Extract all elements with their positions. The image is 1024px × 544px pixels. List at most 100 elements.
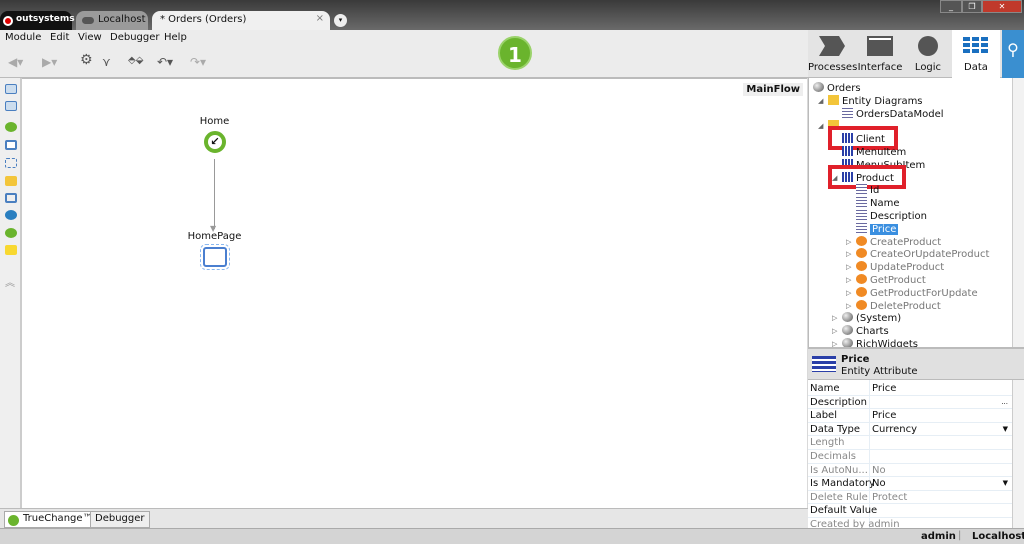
tree-item[interactable]: (System)	[842, 312, 901, 325]
expand-arrow-icon[interactable]: ▷	[846, 289, 851, 297]
tab-debugger[interactable]: Debugger	[90, 511, 150, 528]
attribute-icon	[856, 197, 867, 208]
expand-arrow-icon[interactable]: ▷	[846, 276, 851, 284]
property-row[interactable]: Decimals	[808, 450, 1012, 464]
entry-tool-icon[interactable]	[5, 122, 17, 132]
dropdown-arrow-icon[interactable]: ▼	[1003, 477, 1008, 490]
block-tool-icon[interactable]	[5, 158, 17, 168]
tree-item[interactable]: UpdateProduct	[856, 261, 944, 274]
menu-view[interactable]: View	[78, 32, 102, 43]
tree-item[interactable]: GetProductForUpdate	[856, 286, 978, 300]
tree-item[interactable]: RichWidgets	[842, 338, 918, 347]
property-row[interactable]: Label Price	[808, 409, 1012, 423]
menu-debugger[interactable]: Debugger	[110, 32, 160, 43]
tab-menu-button[interactable]: ▾	[334, 14, 347, 27]
property-row[interactable]: Is AutoNu... No	[808, 464, 1012, 478]
tree-item[interactable]: GetProduct	[856, 274, 926, 287]
list-tool-icon[interactable]	[5, 101, 17, 111]
property-row[interactable]: Created by admin	[808, 518, 1012, 528]
expand-arrow-icon[interactable]: ▷	[846, 263, 851, 271]
home-entry-node[interactable]: ↙	[204, 131, 226, 153]
minimize-button[interactable]: _	[940, 0, 962, 13]
nav-label: Data	[964, 62, 988, 73]
property-row[interactable]: Data Type Currency ▼	[808, 423, 1012, 437]
merge-icon[interactable]: ⋎	[102, 55, 111, 69]
tree-item-label: UpdateProduct	[870, 262, 945, 274]
tab-truechange[interactable]: TrueChange™	[4, 511, 98, 528]
properties-scrollbar[interactable]	[1012, 380, 1024, 528]
property-value[interactable]: Currency	[872, 423, 917, 436]
nav-processes[interactable]: Processes	[808, 30, 857, 78]
tree-item[interactable]: Entity Diagrams	[828, 94, 923, 108]
exception-tool-icon[interactable]	[5, 228, 17, 238]
status-separator: |	[958, 530, 962, 541]
expand-arrow-icon[interactable]: ▷	[846, 302, 851, 310]
note-tool-icon[interactable]	[5, 245, 17, 255]
tree-item[interactable]: Orders	[813, 82, 861, 95]
tree-item[interactable]: Charts	[842, 325, 889, 338]
more-button[interactable]: ...	[1001, 396, 1008, 409]
redo-icon[interactable]: ↷▾	[190, 55, 206, 69]
collapse-arrow-icon[interactable]: ◢	[818, 97, 823, 105]
property-value[interactable]: No	[872, 477, 886, 490]
flow-canvas[interactable]: MainFlow Home ↙ ▼ HomePage	[22, 78, 807, 508]
menu-help[interactable]: Help	[164, 32, 187, 43]
tab-orders[interactable]: * Orders (Orders) ×	[152, 11, 330, 30]
search-button[interactable]: ⚲	[1002, 30, 1024, 78]
nav-interface[interactable]: Interface	[856, 30, 904, 78]
close-window-button[interactable]: ✕	[982, 0, 1022, 13]
nav-logic[interactable]: Logic	[904, 30, 952, 78]
forward-icon[interactable]: ▶▾	[42, 55, 57, 69]
tree-item[interactable]: OrdersDataModel	[842, 107, 944, 121]
collapse-arrow-icon[interactable]: ◢	[818, 122, 823, 130]
external-site-tool-icon[interactable]	[5, 193, 17, 203]
web-icon[interactable]	[5, 210, 17, 220]
tree-item[interactable]: CreateOrUpdateProduct	[856, 248, 989, 261]
property-row[interactable]: Default Value	[808, 504, 1012, 518]
collapse-icon[interactable]: ︽	[5, 274, 15, 289]
menu-edit[interactable]: Edit	[50, 32, 69, 43]
property-value[interactable]: Price	[872, 409, 896, 422]
nav-data[interactable]: Data	[952, 30, 1000, 78]
tree-item[interactable]: Description	[856, 210, 927, 223]
tree-item[interactable]: Name	[856, 197, 900, 210]
property-row[interactable]: Length	[808, 436, 1012, 450]
menu-module[interactable]: Module	[5, 32, 41, 43]
property-row[interactable]: Description...	[808, 396, 1012, 410]
close-tab-icon[interactable]: ×	[316, 13, 324, 24]
action-icon	[856, 274, 867, 284]
dropdown-arrow-icon[interactable]: ▼	[1003, 423, 1008, 436]
tree-scrollbar[interactable]	[1012, 78, 1024, 347]
publish-icon[interactable]: ⬘⬙	[128, 55, 143, 66]
screen-tool-icon[interactable]	[5, 140, 17, 150]
outsystems-logo-icon	[3, 16, 13, 26]
back-icon[interactable]: ◀▾	[8, 55, 23, 69]
tab-outsystems[interactable]: outsystems	[0, 11, 75, 30]
gear-icon[interactable]: ⚙	[80, 52, 93, 68]
tab-localhost[interactable]: Localhost	[76, 11, 148, 30]
tree-item[interactable]: CreateProduct	[856, 235, 941, 249]
property-row[interactable]: Delete Rule Protect	[808, 491, 1012, 505]
expand-arrow-icon[interactable]: ▷	[832, 314, 837, 322]
property-row[interactable]: Name Price	[808, 382, 1012, 396]
email-tool-icon[interactable]	[5, 176, 17, 186]
expand-arrow-icon[interactable]: ▷	[832, 327, 837, 335]
property-value[interactable]: No	[872, 464, 886, 477]
property-value[interactable]: Price	[872, 382, 896, 395]
expand-arrow-icon[interactable]: ▷	[846, 250, 851, 258]
undo-icon[interactable]: ↶▾	[157, 55, 173, 69]
tree-item[interactable]: Price	[856, 222, 899, 236]
property-name: Decimals	[810, 451, 856, 462]
property-name: Is AutoNu...	[810, 464, 868, 476]
expand-arrow-icon[interactable]: ▷	[832, 340, 837, 347]
maximize-button[interactable]: ❐	[962, 0, 982, 13]
tree-item[interactable]: Id	[856, 184, 879, 197]
tree-item[interactable]: MenuItem	[842, 146, 906, 159]
property-row[interactable]: Is Mandatory No ▼	[808, 477, 1012, 491]
expand-arrow-icon[interactable]: ▷	[846, 238, 851, 246]
property-value[interactable]: Protect	[872, 491, 907, 504]
tree-item[interactable]: DeleteProduct	[856, 299, 941, 313]
table-tool-icon[interactable]	[5, 84, 17, 94]
homepage-screen-node[interactable]	[200, 244, 230, 270]
logic-icon	[918, 36, 938, 56]
